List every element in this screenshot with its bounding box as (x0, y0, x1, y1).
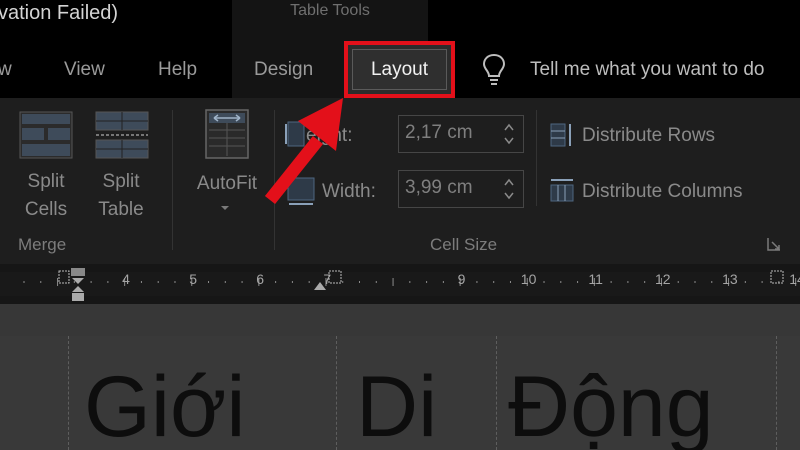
table-cell-text[interactable]: Động (508, 352, 714, 450)
height-input[interactable]: 2,17 cm (398, 115, 524, 153)
ruler-number: 5 (189, 271, 197, 287)
autofit-icon[interactable] (204, 108, 250, 160)
ruler-tick (157, 281, 159, 283)
width-spinner-icon[interactable] (503, 175, 515, 203)
ruler-tick (476, 281, 478, 283)
ruler-tick (342, 281, 344, 283)
ruler-tick (627, 281, 629, 283)
column-width-icon (287, 177, 315, 205)
ruler-tick (493, 281, 495, 283)
ruler-number: 9 (457, 271, 466, 287)
ruler-tick (694, 281, 696, 283)
ruler-tick (509, 281, 511, 283)
distribute-columns-button[interactable]: Distribute Columns (582, 180, 743, 204)
ruler-number: 6 (256, 271, 265, 287)
ruler-tick (744, 281, 746, 283)
ruler-tick (140, 281, 142, 283)
ruler-tick (677, 281, 679, 283)
table-gridline (336, 336, 337, 450)
split-table-button[interactable]: Split Table (88, 168, 154, 224)
width-label: Width: (322, 181, 376, 202)
ruler-number: 12 (655, 271, 671, 287)
ruler-number: 4 (122, 271, 130, 287)
ruler-tick (543, 281, 545, 283)
indent-marker-icon[interactable] (68, 266, 90, 302)
split-cells-button[interactable]: Split Cells (14, 168, 78, 224)
table-gridline (776, 336, 777, 450)
height-value: 2,17 cm (405, 122, 473, 143)
ruler-tick (107, 281, 109, 283)
tell-me-search[interactable]: Tell me what you want to do (530, 58, 764, 82)
split-table-label-1: Split (102, 171, 140, 192)
distribute-columns-icon[interactable] (548, 176, 576, 204)
table-gridline (68, 336, 69, 450)
lightbulb-icon[interactable] (482, 52, 506, 88)
group-separator (172, 110, 173, 250)
dialog-launcher-icon[interactable] (766, 236, 782, 252)
ruler-tick (241, 281, 243, 283)
ruler-tick (275, 281, 277, 283)
ruler-number: 11 (588, 271, 603, 287)
ruler-tick (23, 281, 25, 283)
ruler-tick (90, 281, 92, 283)
split-cells-label-2: Cells (24, 199, 68, 220)
ruler-tick (610, 281, 612, 283)
column-marker-icon[interactable] (328, 270, 342, 284)
column-marker-icon[interactable] (58, 270, 70, 284)
tab-help[interactable]: Help (158, 58, 197, 82)
split-cells-icon[interactable] (18, 110, 74, 160)
ruler-tick (426, 281, 428, 283)
tab-design[interactable]: Design (254, 58, 313, 82)
ruler-number: 10 (520, 271, 537, 287)
ruler-tick (40, 281, 42, 283)
width-input[interactable]: 3,99 cm (398, 170, 524, 208)
tab-layout[interactable]: Layout (344, 41, 455, 98)
tab-view[interactable]: View (64, 58, 105, 82)
ruler-tick (442, 281, 444, 283)
split-table-label-2: Table (98, 199, 144, 220)
split-cells-label-1: Split (27, 171, 65, 192)
group-separator (274, 110, 275, 250)
table-cell-text[interactable]: Giới (84, 352, 246, 450)
table-cell-text[interactable]: Di (356, 352, 437, 450)
ruler-tick (375, 281, 377, 283)
ruler-tick (560, 281, 562, 283)
ruler-tick (409, 281, 411, 283)
width-value: 3,99 cm (405, 177, 473, 198)
ruler-number: 13 (722, 271, 738, 287)
autofit-button[interactable]: AutoFit (188, 170, 266, 198)
ruler-tick (644, 281, 646, 283)
distribute-rows-icon[interactable] (548, 121, 576, 149)
chevron-down-icon[interactable] (220, 204, 230, 212)
height-label: eight: (306, 125, 353, 146)
ruler-tick (308, 281, 310, 283)
ruler-tick (208, 281, 210, 283)
height-spinner-icon[interactable] (503, 120, 515, 148)
ruler-tick (224, 281, 226, 283)
ruler-tick (711, 281, 713, 283)
distribute-rows-button[interactable]: Distribute Rows (582, 124, 715, 148)
split-table-icon[interactable] (94, 110, 150, 160)
ruler-tick (359, 281, 360, 283)
merge-group-label: Merge (18, 235, 67, 254)
tab-review[interactable]: w (0, 58, 12, 82)
ruler-tick (174, 281, 176, 283)
tab-layout-label: Layout (370, 58, 429, 80)
group-separator (536, 110, 537, 206)
ruler-tick (577, 281, 579, 283)
ruler-number: 14 (789, 271, 800, 287)
row-height-icon (285, 121, 305, 147)
table-gridline (496, 336, 497, 450)
ruler-tick (761, 281, 763, 283)
ruler-tick (291, 281, 293, 283)
window-title: vation Failed) (0, 2, 119, 24)
hanging-indent-marker-icon[interactable] (312, 274, 328, 292)
ruler-tick (392, 278, 394, 286)
cell-size-group-label: Cell Size (430, 235, 498, 254)
table-tools-label: Table Tools (290, 2, 370, 19)
column-marker-icon[interactable] (770, 270, 784, 284)
